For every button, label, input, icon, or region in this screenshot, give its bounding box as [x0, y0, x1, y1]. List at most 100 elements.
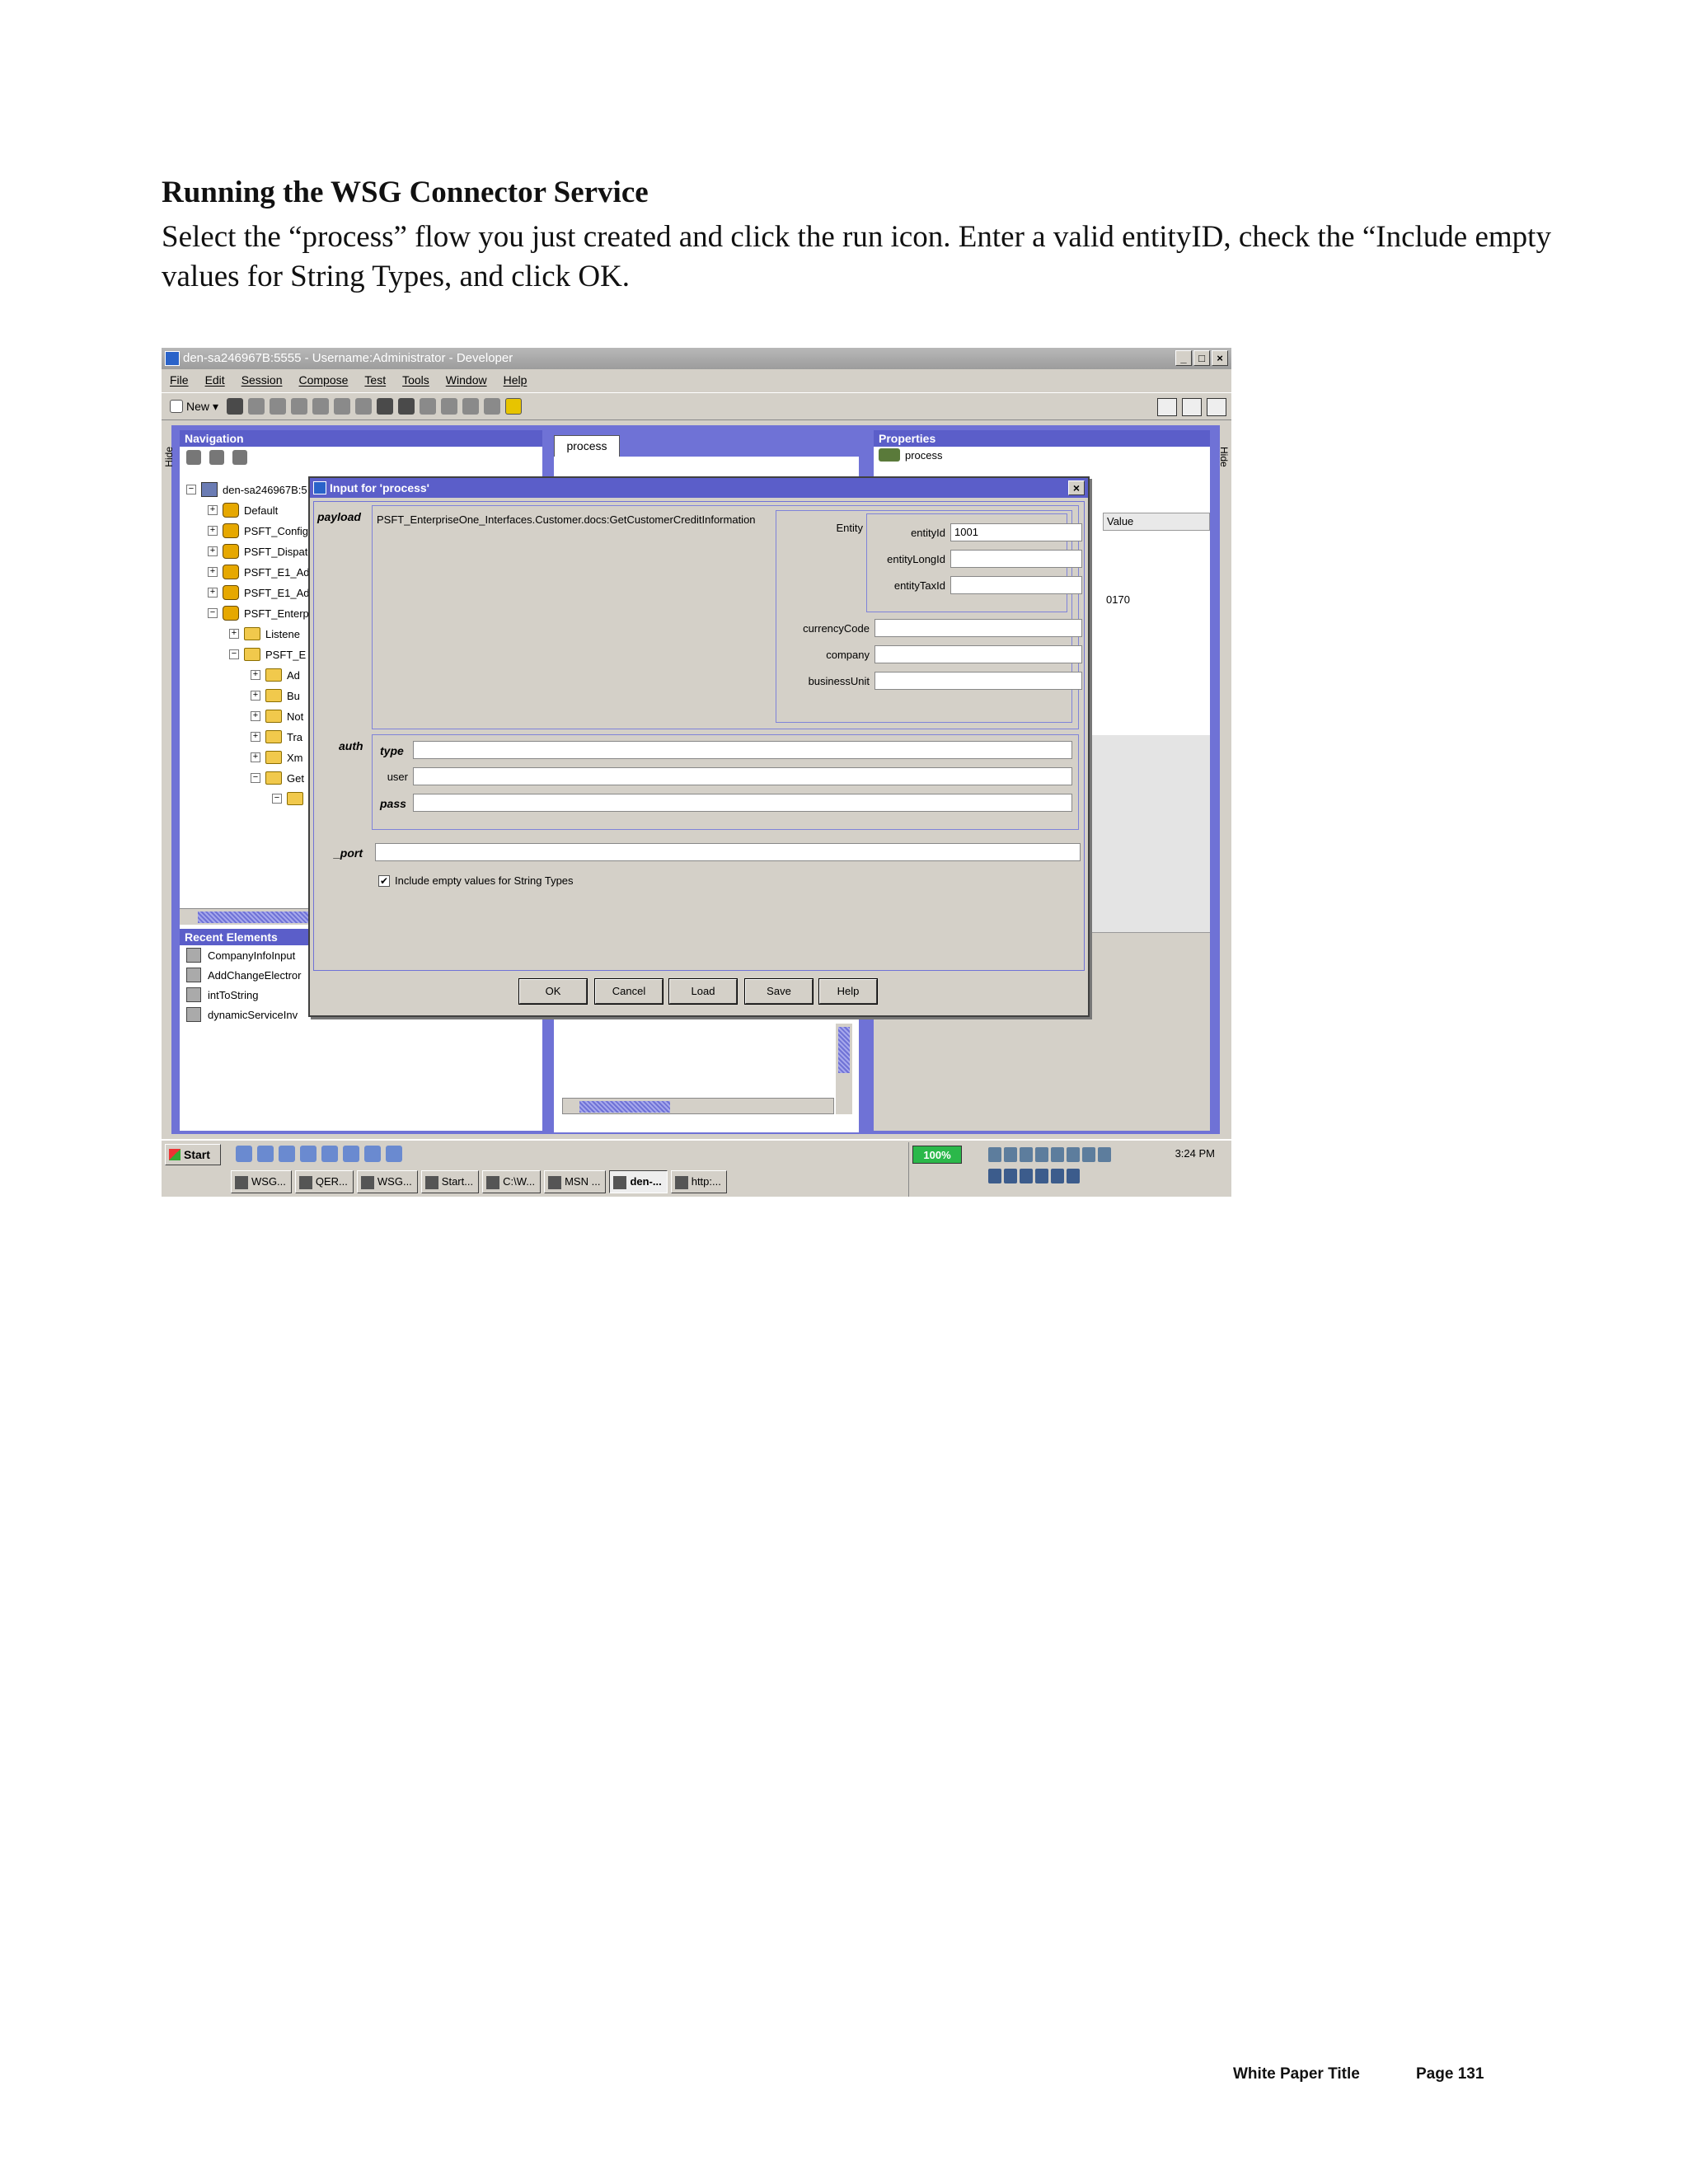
tray-icon[interactable]	[1051, 1147, 1064, 1162]
save-all-icon[interactable]	[248, 398, 265, 415]
step-icon[interactable]	[420, 398, 437, 415]
port-field[interactable]	[375, 843, 1081, 861]
media-icon[interactable]	[343, 1146, 359, 1162]
network-icon[interactable]	[386, 1146, 402, 1162]
maximize-view-icon[interactable]	[1207, 398, 1226, 416]
tree-node[interactable]: + Tra	[251, 727, 302, 747]
collapse-icon[interactable]: −	[186, 485, 196, 494]
delete-icon[interactable]	[209, 450, 224, 465]
expand-icon[interactable]: +	[251, 670, 260, 680]
entityid-field[interactable]: 1001	[950, 523, 1082, 541]
expand-icon[interactable]: +	[208, 588, 218, 598]
step-into-icon[interactable]	[441, 398, 458, 415]
tree-node[interactable]: − PSFT_E	[229, 644, 306, 664]
excel-icon[interactable]	[279, 1146, 295, 1162]
tree-node[interactable]: + Not	[251, 706, 303, 726]
new-button[interactable]: New ▾	[166, 400, 222, 414]
tree-node[interactable]: + Xm	[251, 748, 303, 767]
taskbar-task[interactable]: den-...	[609, 1170, 668, 1193]
powerpoint-icon[interactable]	[300, 1146, 316, 1162]
tree-node[interactable]: + Bu	[251, 686, 300, 705]
menu-file[interactable]: File	[170, 369, 189, 391]
cut-icon[interactable]	[334, 398, 351, 415]
maximize-button[interactable]: □	[1193, 350, 1210, 366]
paste-icon[interactable]	[377, 398, 394, 415]
close-window-button[interactable]: ×	[1212, 350, 1228, 366]
menu-window[interactable]: Window	[446, 369, 487, 391]
tree-node[interactable]: + Ad	[251, 665, 300, 685]
hide-left-toggle[interactable]: Hide	[163, 447, 175, 467]
entitylongid-field[interactable]	[950, 550, 1082, 568]
pass-field[interactable]	[413, 794, 1072, 812]
collapse-icon[interactable]: −	[229, 649, 239, 659]
collapse-icon[interactable]: −	[208, 608, 218, 618]
save-button[interactable]: Save	[744, 978, 814, 1005]
include-empty-checkbox[interactable]: ✔	[378, 874, 390, 887]
cancel-button[interactable]: Cancel	[594, 978, 663, 1005]
perspective-icon[interactable]	[1182, 398, 1202, 416]
taskbar-task[interactable]: Start...	[420, 1170, 480, 1193]
tab-process[interactable]: process	[554, 435, 620, 457]
stop-icon[interactable]	[484, 398, 501, 415]
dialog-close-button[interactable]: ×	[1068, 480, 1085, 495]
tray-icon[interactable]	[1004, 1147, 1017, 1162]
company-field[interactable]	[874, 645, 1082, 663]
user-field[interactable]	[413, 767, 1072, 785]
tray-icon[interactable]	[1051, 1169, 1064, 1183]
tree-node[interactable]: − PSFT_Enterpri	[208, 603, 315, 623]
scroll-thumb[interactable]	[838, 1027, 850, 1073]
tree-node[interactable]: − den-sa246967B:5	[186, 480, 307, 499]
expand-icon[interactable]: +	[251, 732, 260, 742]
taskbar-task[interactable]: WSG...	[231, 1170, 292, 1193]
menu-tools[interactable]: Tools	[402, 369, 429, 391]
refresh-server-icon[interactable]	[232, 450, 247, 465]
taskbar-task[interactable]: MSN ...	[544, 1170, 607, 1193]
tree-node[interactable]: −	[272, 789, 308, 808]
tray-icon[interactable]	[1004, 1169, 1017, 1183]
minimize-button[interactable]: _	[1175, 350, 1192, 366]
hide-right-toggle[interactable]: Hide	[1218, 447, 1230, 467]
tray-icon[interactable]	[1098, 1147, 1111, 1162]
entitytaxid-field[interactable]	[950, 576, 1082, 594]
tool-icon[interactable]	[364, 1146, 381, 1162]
expand-icon[interactable]: +	[251, 752, 260, 762]
currencycode-field[interactable]	[874, 619, 1082, 637]
expand-icon[interactable]: +	[251, 711, 260, 721]
tray-icon[interactable]	[1067, 1169, 1080, 1183]
ok-button[interactable]: OK	[518, 978, 588, 1005]
expand-icon[interactable]: +	[208, 526, 218, 536]
include-empty-option[interactable]: ✔ Include empty values for String Types	[378, 874, 574, 887]
tray-icon[interactable]	[1067, 1147, 1080, 1162]
tree-node[interactable]: + PSFT_Configu	[208, 521, 314, 541]
step-out-icon[interactable]	[462, 398, 480, 415]
tray-icon[interactable]	[1082, 1147, 1095, 1162]
taskbar-task[interactable]: QER...	[294, 1170, 354, 1193]
tray-icon[interactable]	[988, 1169, 1001, 1183]
type-field[interactable]	[413, 741, 1072, 759]
tray-icon[interactable]	[1020, 1147, 1033, 1162]
desktop-icon[interactable]	[236, 1146, 252, 1162]
editor-vscroll[interactable]	[836, 1024, 852, 1114]
expand-icon[interactable]: +	[251, 691, 260, 701]
editor-hscroll[interactable]	[562, 1098, 834, 1114]
scroll-thumb[interactable]	[198, 912, 313, 923]
taskbar-task[interactable]: C:\W...	[482, 1170, 542, 1193]
collapse-icon[interactable]: −	[272, 794, 282, 804]
tray-icon[interactable]	[1035, 1147, 1048, 1162]
expand-icon[interactable]: +	[208, 546, 218, 556]
load-button[interactable]: Load	[668, 978, 738, 1005]
tray-icon[interactable]	[988, 1147, 1001, 1162]
word-icon[interactable]	[321, 1146, 338, 1162]
taskbar-task[interactable]: WSG...	[356, 1170, 418, 1193]
scroll-thumb[interactable]	[579, 1101, 670, 1113]
browser-icon[interactable]	[257, 1146, 274, 1162]
run-icon[interactable]	[398, 398, 415, 415]
help-button[interactable]: Help	[818, 978, 878, 1005]
businessunit-field[interactable]	[874, 672, 1082, 690]
lock-icon[interactable]	[312, 398, 330, 415]
tray-icon[interactable]	[1035, 1169, 1048, 1183]
tray-icon[interactable]	[1020, 1169, 1033, 1183]
tree-node[interactable]: + Default	[208, 500, 278, 520]
tree-node[interactable]: + PSFT_Dispatc	[208, 541, 313, 561]
menu-session[interactable]: Session	[241, 369, 283, 391]
